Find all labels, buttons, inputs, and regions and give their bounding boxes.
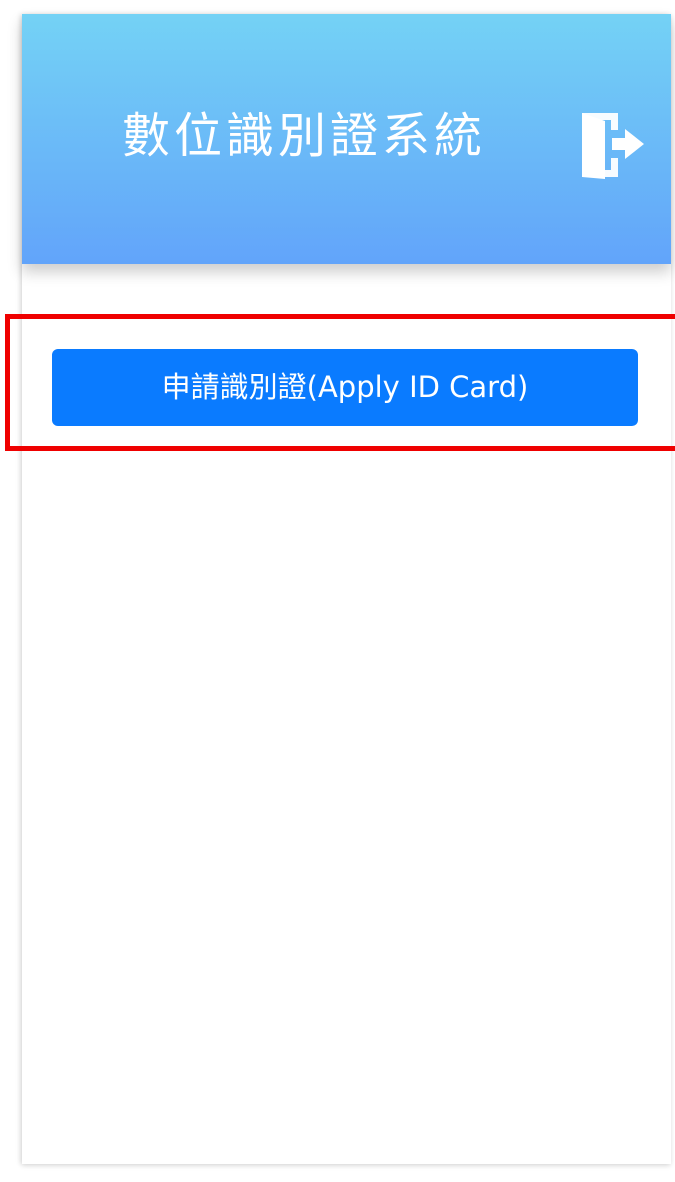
app-title: 數位識別證系統 xyxy=(122,108,487,164)
apply-id-card-button[interactable]: 申請識別證(Apply ID Card) xyxy=(52,349,638,426)
page: 數位識別證系統 申請識別證(Apply ID Card) xyxy=(0,0,675,1182)
sign-out-icon xyxy=(582,113,644,179)
apply-section: 申請識別證(Apply ID Card) xyxy=(52,349,638,426)
app-card: 數位識別證系統 申請識別證(Apply ID Card) xyxy=(22,14,671,1164)
logout-button[interactable] xyxy=(578,111,648,181)
app-header: 數位識別證系統 xyxy=(22,14,671,264)
